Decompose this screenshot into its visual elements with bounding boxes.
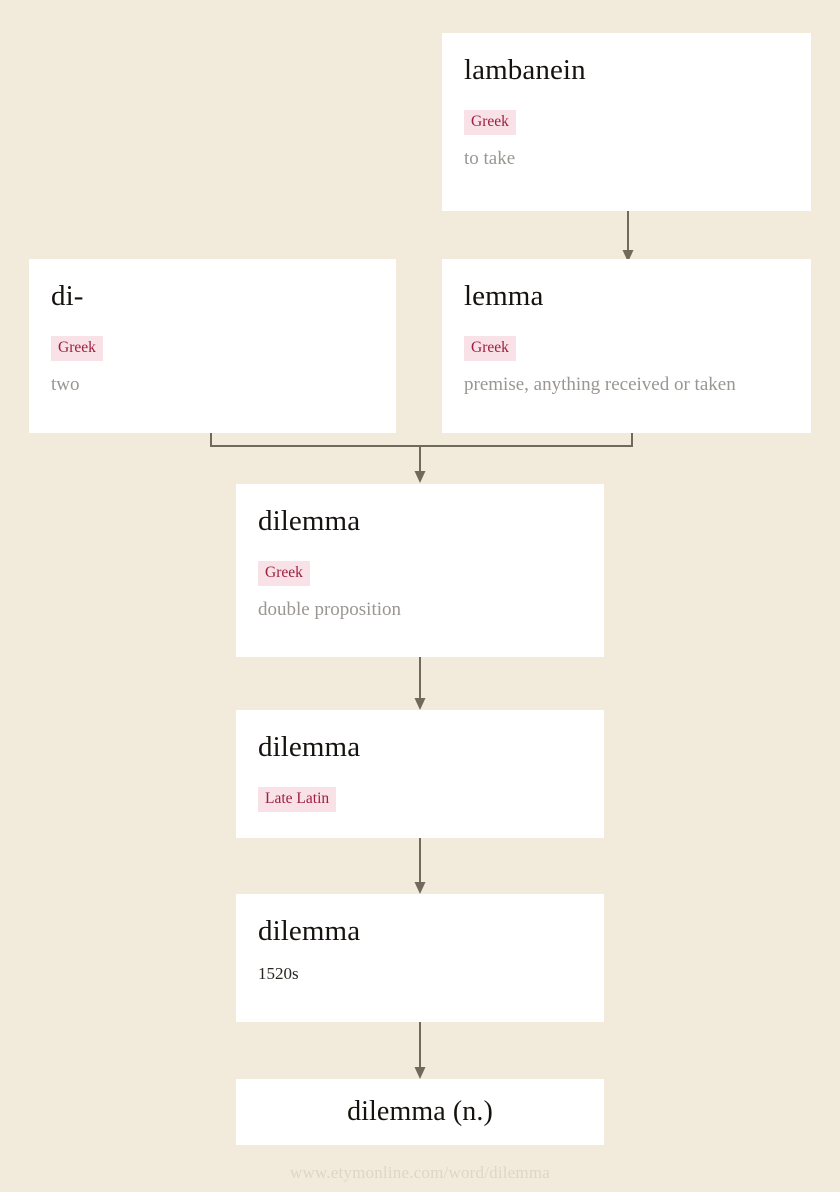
headword: lemma [464, 280, 544, 312]
gloss: two [51, 374, 80, 396]
node-card-lambanein[interactable]: lambanein Greek to take [442, 33, 811, 211]
etymology-tree: lambanein Greek to take di- Greek two le… [0, 0, 840, 1192]
headword: dilemma (n.) [347, 1096, 493, 1128]
language-badge: Greek [258, 561, 310, 586]
language-badge: Greek [464, 110, 516, 135]
headword: dilemma [258, 505, 361, 537]
headword: lambanein [464, 54, 586, 86]
edge-dilemma-greek-to-late-latin [414, 657, 426, 710]
node-card-dilemma-greek[interactable]: dilemma Greek double proposition [236, 484, 604, 657]
node-card-dilemma-entry[interactable]: dilemma (n.) [236, 1079, 604, 1145]
node-card-dilemma-1520s[interactable]: dilemma 1520s [236, 894, 604, 1022]
language-badge-row: Late Latin [258, 787, 582, 812]
language-badge-row: Greek [464, 110, 789, 135]
headword: dilemma [258, 731, 361, 763]
language-badge-row: Greek [258, 561, 582, 586]
date-label: 1520s [258, 964, 299, 984]
node-card-dilemma-late-latin[interactable]: dilemma Late Latin [236, 710, 604, 838]
edge-1520s-to-entry [414, 1022, 426, 1079]
gloss: to take [464, 148, 516, 170]
edge-lambanein-to-lemma [622, 211, 634, 262]
language-badge-row: Greek [464, 336, 789, 361]
source-url-footer: www.etymonline.com/word/dilemma [289, 1163, 551, 1182]
edge-merge-to-dilemma-greek [210, 433, 633, 483]
gloss: double proposition [258, 599, 402, 621]
node-card-di[interactable]: di- Greek two [29, 259, 396, 433]
language-badge: Greek [464, 336, 516, 361]
language-badge-row: Greek [51, 336, 374, 361]
gloss: premise, anything received or taken [464, 374, 736, 396]
language-badge: Late Latin [258, 787, 337, 812]
node-card-lemma[interactable]: lemma Greek premise, anything received o… [442, 259, 811, 433]
language-badge: Greek [51, 336, 103, 361]
edge-late-latin-to-1520s [414, 838, 426, 894]
headword: dilemma [258, 915, 361, 947]
headword: di- [51, 280, 84, 312]
